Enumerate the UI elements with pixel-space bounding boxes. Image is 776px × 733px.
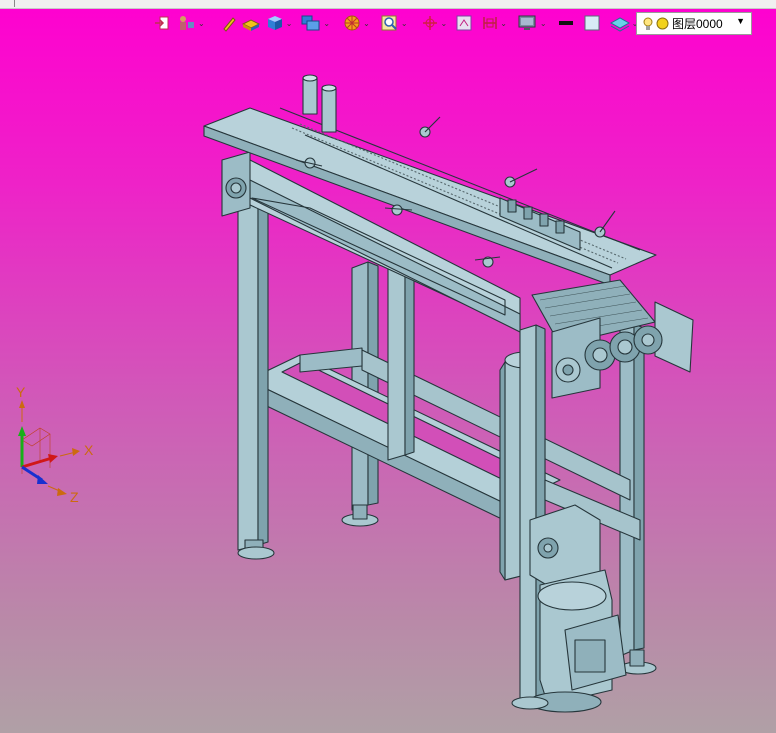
cad-viewport[interactable]: ⌄ ⌄ ⌄ ⌄ ⌄ ⌄ ⌄ ⌄ ⌄ 图层0000 ▼ Y X Z	[0, 0, 776, 733]
conveyor-model[interactable]	[0, 0, 776, 733]
